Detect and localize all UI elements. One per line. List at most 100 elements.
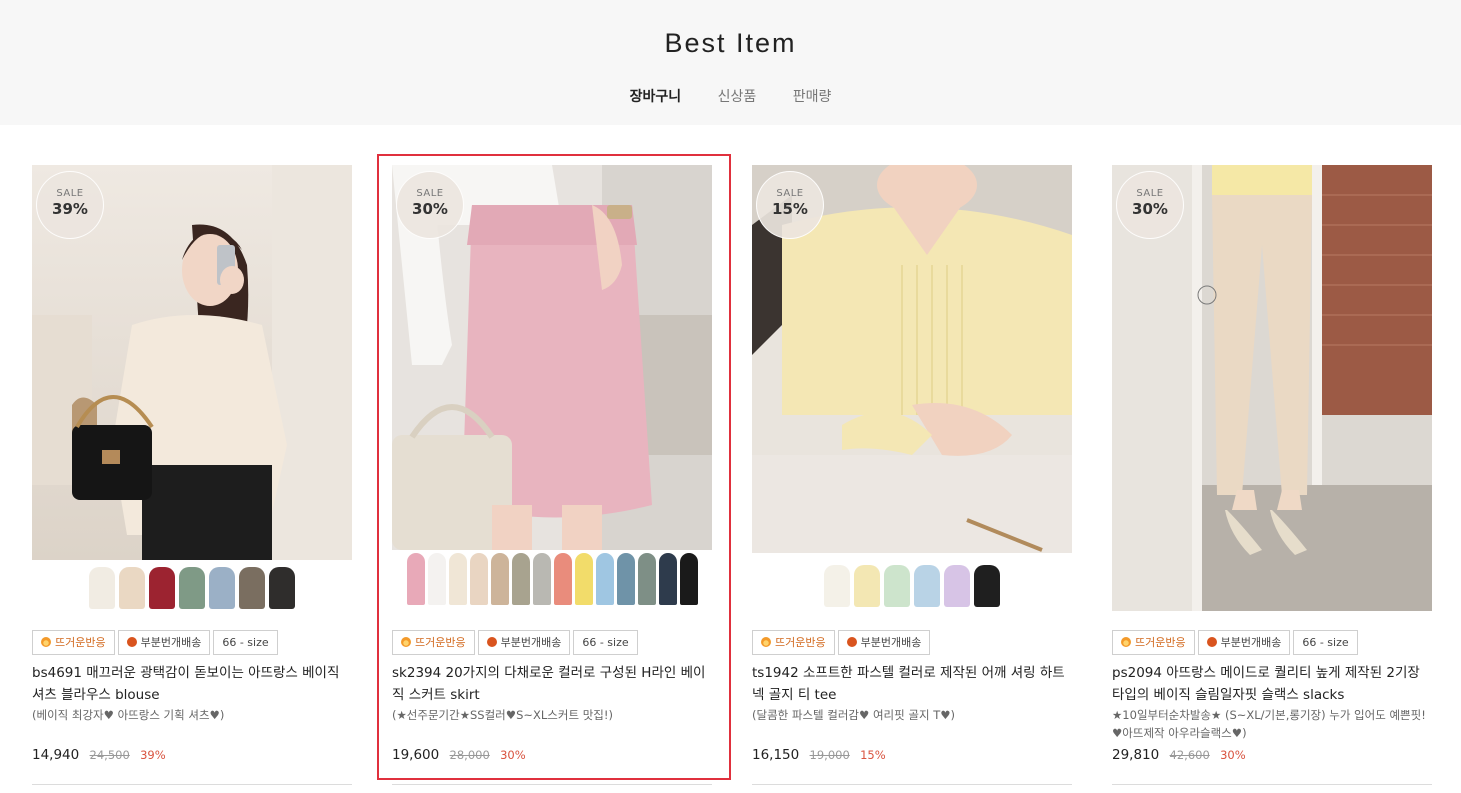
- size-tag: 66 - size: [573, 630, 638, 655]
- divider: [752, 784, 1072, 785]
- color-swatch: [974, 565, 1000, 607]
- color-swatch: [637, 553, 656, 605]
- quick-delivery-tag: 부분번개배송: [1197, 630, 1291, 655]
- tab-sales-volume[interactable]: 판매량: [793, 86, 832, 106]
- product-name[interactable]: sk2394 20가지의 다채로운 컬러로 구성된 H라인 베이직 스커트 sk…: [392, 662, 712, 706]
- color-swatch: [884, 565, 910, 607]
- tag-label: 뜨거운반응: [415, 636, 466, 649]
- color-swatch: [511, 553, 530, 605]
- color-swatch: [532, 553, 551, 605]
- sale-badge: SALE 30%: [396, 171, 464, 239]
- tag-label: 부분번개배송: [860, 636, 922, 649]
- best-item-header: Best Item 장바구니 신상품 판매량: [0, 0, 1461, 125]
- color-swatch: [239, 567, 265, 609]
- flame-icon: [1121, 637, 1131, 647]
- original-price: 24,500: [89, 748, 130, 762]
- color-swatches: [752, 565, 1072, 613]
- product-tags: 뜨거운반응 부분번개배송 66 - size: [392, 630, 641, 656]
- color-swatch: [149, 567, 175, 609]
- tag-label: 뜨거운반응: [775, 636, 826, 649]
- tag-label: 뜨거운반응: [1135, 636, 1186, 649]
- quick-delivery-tag: 부분번개배송: [477, 630, 571, 655]
- price-row: 14,940 24,500 39%: [32, 747, 352, 763]
- product-name[interactable]: ts1942 소프트한 파스텔 컬러로 제작된 어깨 셔링 하트넥 골지 티 t…: [752, 662, 1072, 706]
- tag-label: 부분번개배송: [500, 636, 562, 649]
- product-image[interactable]: SALE 30%: [1112, 165, 1432, 611]
- product-card[interactable]: SALE 15% 뜨거운반응 부분번개배송 ts1942 소프트한 파스텔 컬러로…: [752, 165, 1072, 790]
- hot-reaction-tag: 뜨거운반응: [752, 630, 835, 655]
- sale-price: 14,940: [32, 747, 80, 763]
- quick-delivery-tag: 부분번개배송: [117, 630, 211, 655]
- discount-percent: 39%: [140, 748, 166, 762]
- color-swatch: [427, 553, 446, 605]
- color-swatch: [824, 565, 850, 607]
- original-price: 19,000: [809, 748, 850, 762]
- price-row: 19,600 28,000 30%: [392, 747, 712, 763]
- product-image[interactable]: SALE 15%: [752, 165, 1072, 553]
- flame-icon: [41, 637, 51, 647]
- color-swatch: [469, 553, 488, 605]
- delivery-icon: [846, 637, 857, 647]
- discount-percent: 15%: [860, 748, 886, 762]
- tag-label: 뜨거운반응: [55, 636, 106, 649]
- size-tag: 66 - size: [1293, 630, 1358, 655]
- color-swatch: [269, 567, 295, 609]
- product-image[interactable]: SALE 39%: [32, 165, 352, 560]
- divider: [1112, 784, 1432, 785]
- discount-percent: 30%: [500, 748, 526, 762]
- product-image[interactable]: SALE 30%: [392, 165, 712, 550]
- product-tags: 뜨거운반응 부분번개배송 66 - size: [32, 630, 281, 656]
- delivery-icon: [486, 637, 497, 647]
- hot-reaction-tag: 뜨거운반응: [1112, 630, 1195, 655]
- sale-percent: 30%: [412, 200, 448, 218]
- sale-price: 16,150: [752, 747, 800, 763]
- product-card[interactable]: SALE 30% 뜨거운반응 부분번개배송 66 - size ps2094 아뜨랑…: [1112, 165, 1432, 790]
- original-price: 28,000: [449, 748, 490, 762]
- product-description: ★10일부터순차발송★ (S~XL/기본,롱기장) 누가 입어도 예쁜핏! ♥아…: [1112, 708, 1426, 740]
- price-row: 29,810 42,600 30%: [1112, 747, 1432, 763]
- hot-reaction-tag: 뜨거운반응: [32, 630, 115, 655]
- color-swatch: [490, 553, 509, 605]
- product-tags: 뜨거운반응 부분번개배송 66 - size: [1112, 630, 1361, 656]
- price-row: 16,150 19,000 15%: [752, 747, 1072, 763]
- size-tag: 66 - size: [213, 630, 278, 655]
- product-description: (★선주문기간★SS컬러♥S~XL스커트 맛집!): [392, 708, 613, 722]
- product-card[interactable]: SALE 30% 뜨거운반응 부분번개배송 66 - size sk2394 20가…: [377, 154, 731, 790]
- sale-label: SALE: [1136, 188, 1164, 199]
- flame-icon: [761, 637, 771, 647]
- sale-label: SALE: [416, 188, 444, 199]
- tab-cart[interactable]: 장바구니: [630, 86, 682, 106]
- sale-percent: 39%: [52, 200, 88, 218]
- discount-percent: 30%: [1220, 748, 1246, 762]
- sale-badge: SALE 30%: [1116, 171, 1184, 239]
- color-swatch: [616, 553, 635, 605]
- sale-badge: SALE 15%: [756, 171, 824, 239]
- tag-label: 부분번개배송: [140, 636, 202, 649]
- tab-new-arrivals[interactable]: 신상품: [718, 86, 757, 106]
- divider: [392, 784, 712, 785]
- product-name[interactable]: bs4691 매끄러운 광택감이 돋보이는 아뜨랑스 베이직 셔츠 블라우스 b…: [32, 662, 352, 706]
- color-swatches: [392, 553, 712, 605]
- color-swatch: [448, 553, 467, 605]
- color-swatch: [854, 565, 880, 607]
- color-swatch: [944, 565, 970, 607]
- product-card[interactable]: SALE 39% 뜨거운반응 부분번개배송 66 - size bs4691 매끄러…: [32, 165, 352, 790]
- color-swatch: [574, 553, 593, 605]
- sort-tabs: 장바구니 신상품 판매량: [0, 86, 1461, 106]
- tag-label: 부분번개배송: [1220, 636, 1282, 649]
- delivery-icon: [1206, 637, 1217, 647]
- color-swatches: [32, 567, 352, 615]
- sale-price: 29,810: [1112, 747, 1160, 763]
- delivery-icon: [126, 637, 137, 647]
- product-tags: 뜨거운반응 부분번개배송: [752, 630, 933, 656]
- color-swatch: [179, 567, 205, 609]
- color-swatch: [595, 553, 614, 605]
- sale-percent: 15%: [772, 200, 808, 218]
- color-swatch: [119, 567, 145, 609]
- color-swatch: [658, 553, 677, 605]
- product-name[interactable]: ps2094 아뜨랑스 메이드로 퀄리티 높게 제작된 2기장 타입의 베이직 …: [1112, 662, 1432, 706]
- original-price: 42,600: [1169, 748, 1210, 762]
- hot-reaction-tag: 뜨거운반응: [392, 630, 475, 655]
- section-title: Best Item: [664, 28, 797, 58]
- product-description: (달콤한 파스텔 컬러감♥ 여리핏 골지 T♥): [752, 708, 956, 722]
